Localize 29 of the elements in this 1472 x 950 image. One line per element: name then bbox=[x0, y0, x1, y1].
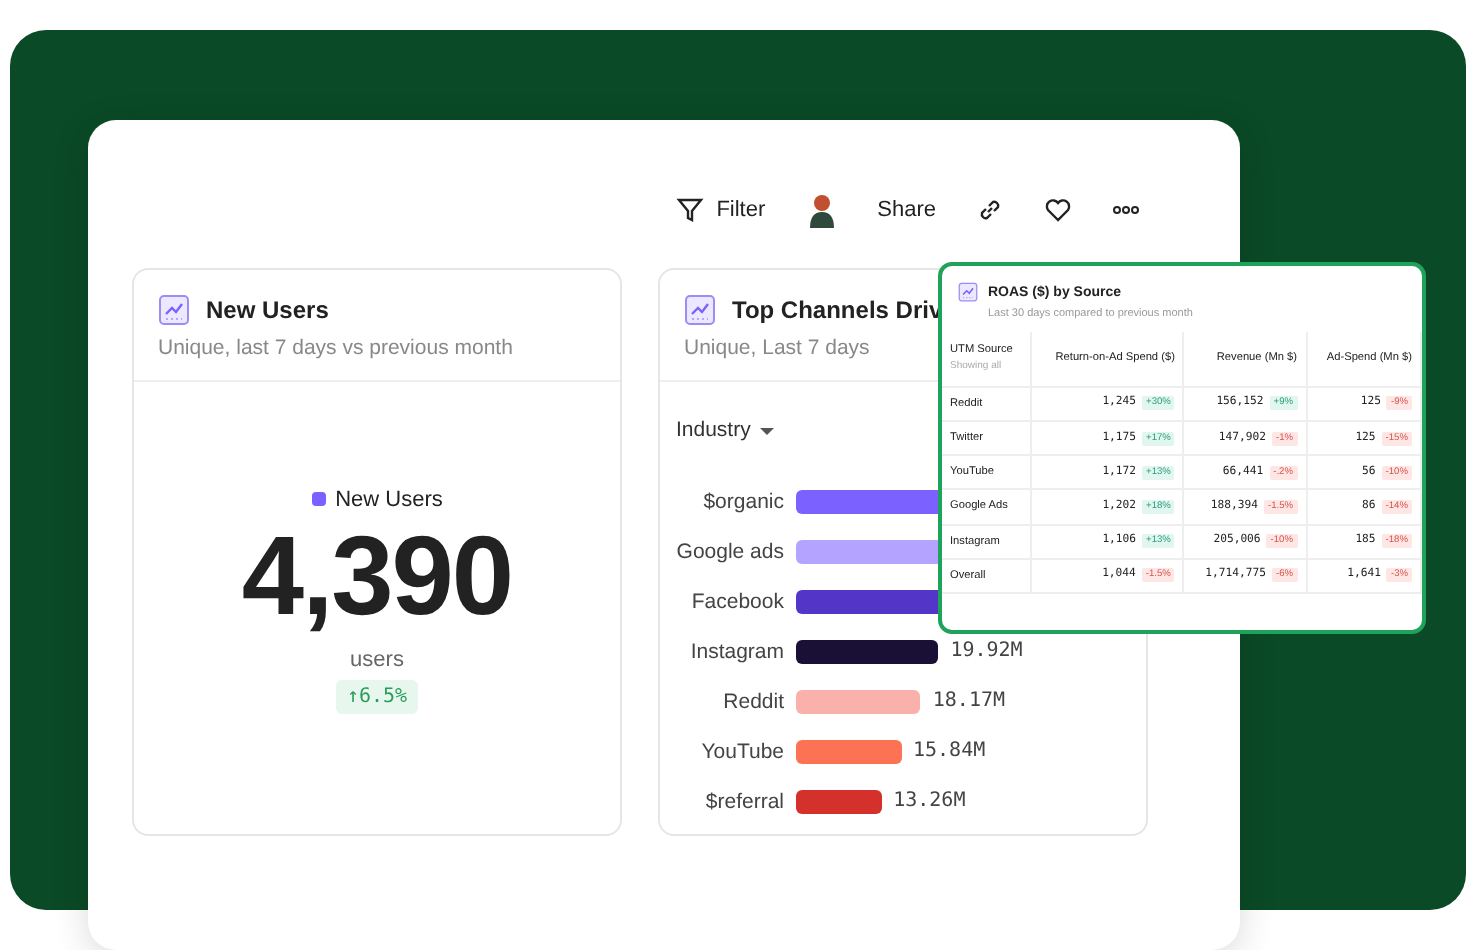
chart-icon bbox=[958, 282, 978, 302]
share-button[interactable]: Share bbox=[877, 198, 936, 222]
filter-button[interactable]: Filter bbox=[676, 196, 766, 224]
bar-label: Facebook bbox=[689, 590, 784, 614]
bar-label: YouTube bbox=[699, 740, 784, 764]
bar-value: 18.17M bbox=[932, 690, 1006, 712]
metric-value: 4,390 bbox=[241, 519, 513, 631]
filter-icon bbox=[676, 196, 705, 224]
bar-label: Reddit bbox=[721, 690, 784, 714]
caret-icon bbox=[760, 425, 775, 435]
bar-label: $organic bbox=[701, 490, 784, 514]
change-badge: ↑6.5% bbox=[336, 679, 418, 713]
chart-icon bbox=[684, 294, 716, 326]
group-by-dropdown[interactable]: Industry bbox=[676, 418, 775, 442]
heart-icon[interactable] bbox=[1044, 196, 1072, 224]
bar-value: 19.92M bbox=[950, 640, 1023, 662]
bar-label: $referral bbox=[703, 790, 784, 814]
card-subtitle: Unique, last 7 days vs previous month bbox=[158, 336, 513, 360]
chart-icon bbox=[158, 294, 190, 326]
card-title: New Users bbox=[206, 296, 329, 324]
avatar-icon[interactable] bbox=[805, 192, 838, 228]
bar-label: Instagram bbox=[688, 640, 784, 664]
link-icon[interactable] bbox=[976, 196, 1004, 224]
legend-label: New Users bbox=[335, 487, 443, 511]
metric-unit: users bbox=[350, 647, 404, 671]
card-subtitle: Unique, Last 7 days bbox=[684, 336, 870, 360]
bar-value: 15.84M bbox=[913, 740, 986, 762]
bar-value: 13.26M bbox=[893, 790, 966, 812]
bar-label: Google ads bbox=[674, 540, 784, 564]
